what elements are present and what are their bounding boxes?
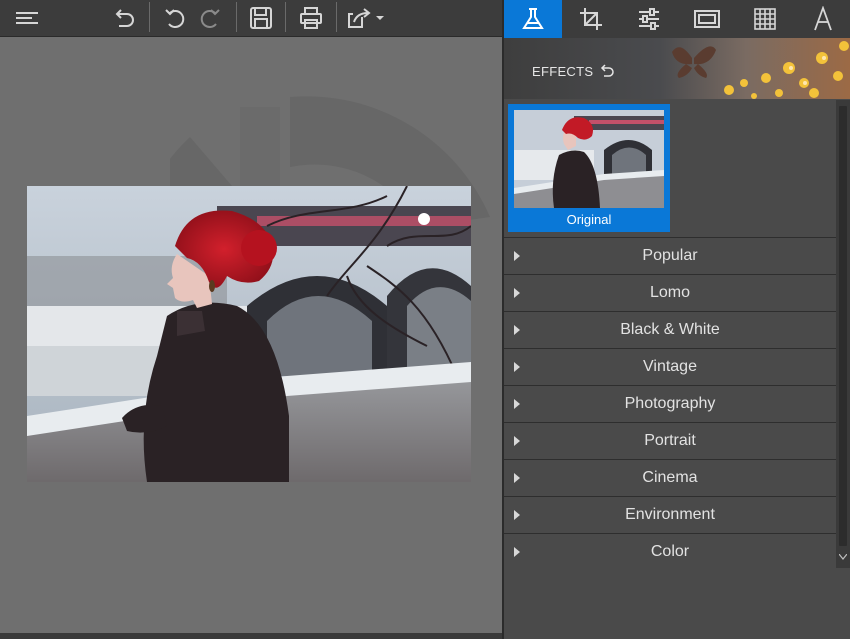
toolbar-divider — [336, 2, 337, 32]
category-label: Portrait — [644, 432, 696, 449]
category-label: Popular — [642, 247, 698, 264]
expand-arrow-icon — [514, 288, 520, 298]
category-lomo[interactable]: Lomo — [504, 274, 836, 311]
category-cinema[interactable]: Cinema — [504, 459, 836, 496]
texture-grid-icon[interactable] — [736, 0, 794, 38]
category-label: Environment — [625, 506, 715, 523]
text-icon[interactable] — [794, 0, 850, 38]
panel-empty-area — [504, 568, 850, 639]
category-label: Cinema — [642, 469, 698, 486]
main-toolbar — [0, 0, 502, 37]
expand-arrow-icon — [514, 251, 520, 261]
menu-icon[interactable] — [12, 3, 42, 33]
expand-arrow-icon — [514, 399, 520, 409]
frame-icon[interactable] — [678, 0, 736, 38]
category-environment[interactable]: Environment — [504, 496, 836, 533]
category-label: Color — [650, 543, 690, 560]
crop-icon[interactable] — [562, 0, 620, 38]
redo-icon[interactable] — [196, 3, 226, 33]
adjust-sliders-icon[interactable] — [620, 0, 678, 38]
print-icon[interactable] — [296, 3, 326, 33]
effects-scrollbar[interactable] — [836, 100, 850, 568]
thumbnail-label: Original — [566, 212, 612, 227]
expand-arrow-icon — [514, 473, 520, 483]
effects-panel: EFFECTS Original Popular Lomo Black & Wh… — [504, 0, 850, 639]
expand-arrow-icon — [514, 510, 520, 520]
category-label: Black & White — [620, 321, 720, 338]
category-color[interactable]: Color — [504, 533, 836, 571]
category-label: Lomo — [649, 284, 691, 301]
category-popular[interactable]: Popular — [504, 237, 836, 274]
thumbnail-image — [514, 110, 664, 208]
panel-tabs — [504, 0, 850, 38]
category-black-white[interactable]: Black & White — [504, 311, 836, 348]
effects-list: Original Popular Lomo Black & White Vint… — [504, 100, 836, 639]
toolbar-divider — [285, 2, 286, 32]
effect-categories: Popular Lomo Black & White Vintage Photo… — [504, 237, 836, 571]
category-portrait[interactable]: Portrait — [504, 422, 836, 459]
undo-icon[interactable] — [109, 3, 139, 33]
effect-thumbnail-original[interactable]: Original — [508, 104, 670, 232]
effects-title: EFFECTS — [532, 62, 615, 81]
expand-arrow-icon — [514, 325, 520, 335]
reset-effects-icon[interactable] — [599, 62, 615, 81]
scroll-down-icon[interactable] — [839, 552, 847, 562]
category-vintage[interactable]: Vintage — [504, 348, 836, 385]
share-icon[interactable] — [346, 3, 386, 33]
category-label: Vintage — [643, 358, 697, 375]
image-canvas[interactable] — [0, 37, 502, 633]
expand-arrow-icon — [514, 362, 520, 372]
save-icon[interactable] — [246, 3, 276, 33]
effects-header: EFFECTS — [504, 38, 850, 99]
category-photography[interactable]: Photography — [504, 385, 836, 422]
undo-step-icon[interactable] — [159, 3, 189, 33]
expand-arrow-icon — [514, 436, 520, 446]
edited-photo[interactable] — [27, 186, 471, 482]
category-label: Photography — [624, 395, 716, 412]
canvas-status-strip — [0, 633, 502, 639]
effects-title-label: EFFECTS — [532, 64, 594, 79]
toolbar-divider — [236, 2, 237, 32]
scrollbar-thumb[interactable] — [839, 106, 847, 546]
effects-flask-icon[interactable] — [504, 0, 562, 38]
toolbar-divider — [149, 2, 150, 32]
expand-arrow-icon — [514, 547, 520, 557]
